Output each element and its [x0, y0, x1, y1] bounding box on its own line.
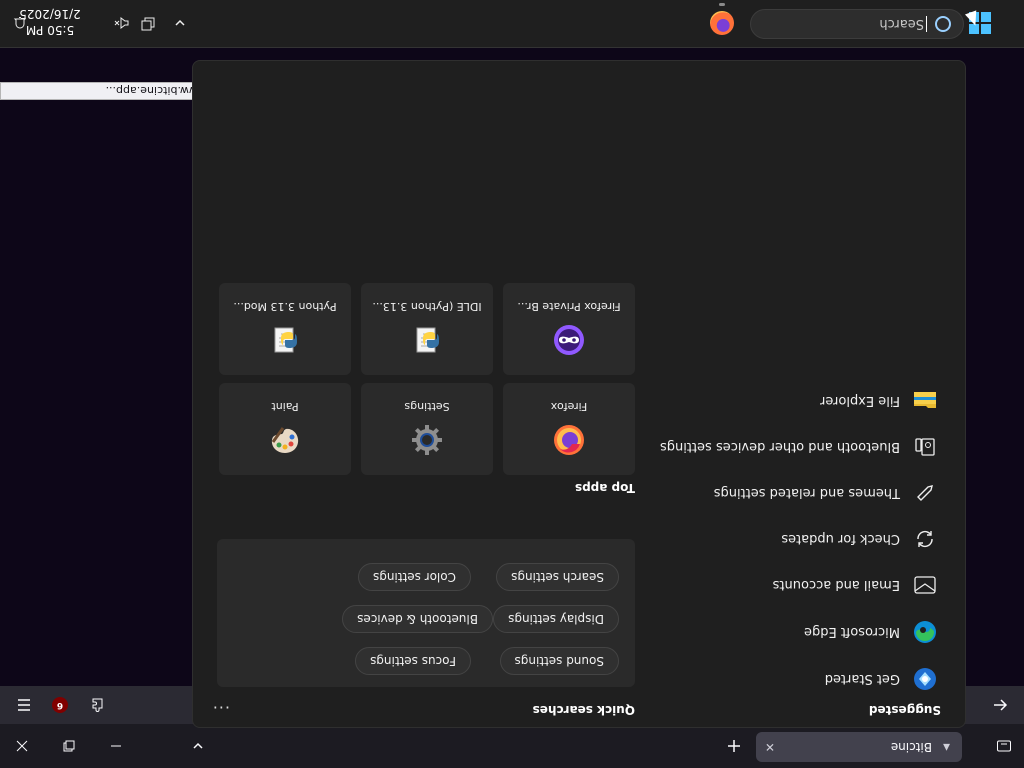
- browser-title-bar: ▲ Bitcine ✕: [0, 724, 1024, 768]
- more-options-icon[interactable]: ···: [212, 698, 230, 717]
- firefox-private-icon: [552, 324, 586, 358]
- top-apps-heading: Top apps: [574, 481, 635, 495]
- quick-search-pill[interactable]: Search settings: [496, 563, 619, 591]
- top-app-firefox-private-browsing[interactable]: Firefox Private Br...: [503, 283, 635, 375]
- app-menu-hamburger-icon[interactable]: [10, 692, 38, 718]
- app-label: Firefox Private Br...: [517, 300, 621, 314]
- suggestion-label: File Explorer: [819, 393, 900, 409]
- pen-icon: [912, 480, 938, 506]
- suggestion-label: Microsoft Edge: [803, 624, 900, 640]
- windows-search-flyout: Suggested Get Started Microsoft Edge Ema…: [192, 60, 966, 728]
- mail-icon: [912, 572, 938, 598]
- minimize-button[interactable]: [102, 732, 130, 760]
- app-label: Firefox: [550, 400, 588, 414]
- paint-palette-icon: [268, 424, 302, 458]
- firefox-view-icon[interactable]: [990, 732, 1018, 760]
- tab-favicon-icon: ▲: [943, 742, 950, 752]
- show-hidden-icons-chevron-icon[interactable]: [168, 11, 192, 35]
- text-caret: [926, 16, 927, 32]
- list-all-tabs-chevron-icon[interactable]: [184, 732, 212, 760]
- quick-searches-panel: Sound settings Focus settings Display se…: [217, 539, 635, 687]
- top-app-paint[interactable]: Paint: [219, 383, 351, 475]
- edge-icon: [912, 619, 938, 645]
- suggested-heading: Suggested: [868, 703, 941, 717]
- suggestion-bluetooth-and-other-devices-settings[interactable]: Bluetooth and other devices settings: [645, 429, 965, 465]
- new-tab-plus-icon[interactable]: [720, 732, 748, 760]
- extensions-puzzle-icon[interactable]: [83, 692, 111, 718]
- app-label: IDLE (Python 3.13...: [372, 300, 482, 314]
- browser-tab-bitcine[interactable]: ▲ Bitcine ✕: [756, 732, 962, 762]
- top-app-firefox[interactable]: Firefox: [503, 383, 635, 475]
- volume-muted-icon[interactable]: [110, 11, 134, 35]
- close-window-button[interactable]: [8, 732, 36, 760]
- suggestion-file-explorer[interactable]: File Explorer: [645, 383, 965, 419]
- firefox-taskbar-icon[interactable]: [710, 11, 734, 35]
- quick-search-pill[interactable]: Bluetooth & devices: [342, 605, 493, 633]
- ublock-origin-icon[interactable]: 6: [46, 692, 74, 718]
- suggestion-check-for-updates[interactable]: Check for updates: [645, 521, 965, 557]
- tab-close-icon[interactable]: ✕: [760, 740, 780, 754]
- running-indicator: [719, 3, 725, 6]
- suggestion-label: Get Started: [824, 671, 900, 687]
- suggestion-label: Bluetooth and other devices settings: [659, 439, 900, 455]
- notification-bell-icon[interactable]: [8, 11, 32, 35]
- refresh-icon: [912, 526, 938, 552]
- python-icon: [410, 324, 444, 358]
- top-app-settings[interactable]: Settings: [361, 383, 493, 475]
- python-icon: [268, 324, 302, 358]
- suggestion-label: Themes and related settings: [713, 485, 900, 501]
- suggestion-get-started[interactable]: Get Started: [645, 661, 965, 697]
- devices-icon: [912, 434, 938, 460]
- top-app-python-module-docs[interactable]: Python 3.13 Mod...: [219, 283, 351, 375]
- suggestion-themes-and-related-settings[interactable]: Themes and related settings: [645, 475, 965, 511]
- suggestion-email-and-accounts[interactable]: Email and accounts: [645, 567, 965, 603]
- folder-icon: [912, 388, 938, 414]
- top-app-idle-python[interactable]: IDLE (Python 3.13...: [361, 283, 493, 375]
- app-label: Paint: [271, 400, 299, 414]
- tab-title: Bitcine: [890, 740, 932, 754]
- firefox-icon: [552, 424, 586, 458]
- ublock-count-badge: 6: [52, 697, 68, 713]
- suggestion-microsoft-edge[interactable]: Microsoft Edge: [645, 614, 965, 650]
- search-icon: [935, 16, 951, 32]
- quick-search-pill[interactable]: Sound settings: [499, 647, 619, 675]
- quick-search-pill[interactable]: Color settings: [358, 563, 471, 591]
- network-icon[interactable]: [136, 11, 160, 35]
- maximize-button[interactable]: [55, 732, 83, 760]
- suggestion-label: Email and accounts: [772, 577, 900, 593]
- settings-gear-icon: [410, 424, 444, 458]
- taskbar-search-text: Search: [879, 16, 924, 32]
- quick-search-pill[interactable]: Focus settings: [355, 647, 471, 675]
- back-arrow-icon[interactable]: [986, 692, 1014, 718]
- suggestion-label: Check for updates: [781, 531, 900, 547]
- get-started-icon: [912, 666, 938, 692]
- taskbar: Search 5:50 PM 2/16/2025: [0, 0, 1024, 48]
- app-label: Python 3.13 Mod...: [233, 300, 337, 314]
- taskbar-search-box[interactable]: Search: [750, 9, 964, 39]
- app-label: Settings: [404, 400, 450, 414]
- quick-searches-heading: Quick searches: [532, 703, 635, 717]
- quick-search-pill[interactable]: Display settings: [493, 605, 619, 633]
